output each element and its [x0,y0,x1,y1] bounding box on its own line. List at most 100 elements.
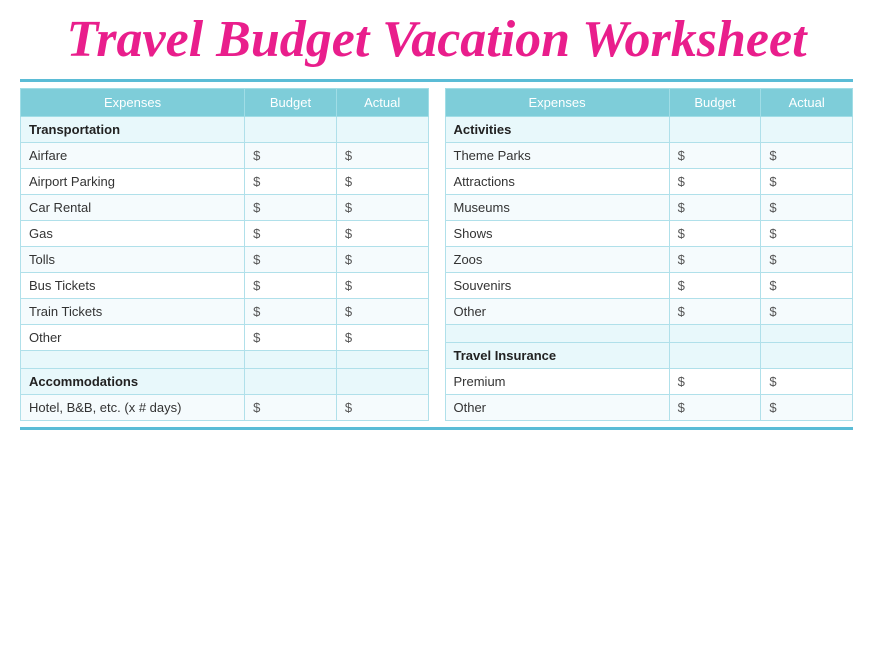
cell-budget: $ [669,273,761,299]
cell-expenses: Other [21,325,245,351]
right-table-section: Expenses Budget Actual ActivitiesTheme P… [445,88,854,421]
cell-budget: $ [669,395,761,421]
cell-expenses: Attractions [445,169,669,195]
table-row: Museums$$ [445,195,853,221]
cell-expenses: Transportation [21,117,245,143]
cell-budget: $ [669,247,761,273]
table-row: Airfare$$ [21,143,429,169]
right-header-expenses: Expenses [445,89,669,117]
cell-actual: $ [761,143,853,169]
cell-actual: $ [336,195,428,221]
table-row: Other$$ [445,395,853,421]
table-row: Car Rental$$ [21,195,429,221]
cell-budget: $ [245,325,337,351]
cell-expenses: Souvenirs [445,273,669,299]
cell-actual: $ [761,395,853,421]
cell-actual: $ [761,221,853,247]
cell-budget [669,343,761,369]
table-row: Hotel, B&B, etc. (x # days)$$ [21,395,429,421]
cell-actual: $ [336,325,428,351]
cell-budget: $ [245,143,337,169]
top-border [20,79,853,82]
cell-actual [761,325,853,343]
left-header-budget: Budget [245,89,337,117]
cell-budget: $ [245,195,337,221]
cell-actual [336,117,428,143]
cell-budget: $ [245,169,337,195]
cell-budget [245,369,337,395]
cell-budget: $ [669,299,761,325]
cell-budget: $ [669,169,761,195]
cell-expenses: Zoos [445,247,669,273]
cell-expenses: Travel Insurance [445,343,669,369]
cell-actual [336,369,428,395]
table-row: Other$$ [445,299,853,325]
right-table: Expenses Budget Actual ActivitiesTheme P… [445,88,854,421]
cell-expenses: Other [445,299,669,325]
left-header-actual: Actual [336,89,428,117]
cell-actual: $ [336,395,428,421]
cell-expenses: Other [445,395,669,421]
cell-actual: $ [336,247,428,273]
cell-budget: $ [669,221,761,247]
table-row [21,351,429,369]
cell-expenses: Hotel, B&B, etc. (x # days) [21,395,245,421]
right-header-budget: Budget [669,89,761,117]
cell-actual: $ [336,169,428,195]
cell-actual: $ [336,273,428,299]
cell-expenses [445,325,669,343]
cell-expenses: Bus Tickets [21,273,245,299]
cell-budget: $ [245,395,337,421]
cell-budget: $ [245,247,337,273]
table-row: Souvenirs$$ [445,273,853,299]
cell-expenses: Shows [445,221,669,247]
left-table-section: Expenses Budget Actual TransportationAir… [20,88,429,421]
cell-budget: $ [245,299,337,325]
cell-expenses: Airfare [21,143,245,169]
cell-expenses: Gas [21,221,245,247]
table-row: Shows$$ [445,221,853,247]
cell-actual: $ [761,247,853,273]
table-row: Attractions$$ [445,169,853,195]
table-row: Bus Tickets$$ [21,273,429,299]
cell-actual: $ [761,273,853,299]
page-title: Travel Budget Vacation Worksheet [20,10,853,69]
cell-expenses: Museums [445,195,669,221]
table-row: Other$$ [21,325,429,351]
table-row: Train Tickets$$ [21,299,429,325]
table-row: Activities [445,117,853,143]
cell-expenses: Airport Parking [21,169,245,195]
cell-budget: $ [245,273,337,299]
table-row: Accommodations [21,369,429,395]
left-table: Expenses Budget Actual TransportationAir… [20,88,429,421]
cell-actual: $ [336,299,428,325]
cell-actual: $ [761,299,853,325]
table-row: Theme Parks$$ [445,143,853,169]
cell-actual: $ [761,369,853,395]
left-header-expenses: Expenses [21,89,245,117]
table-row: Tolls$$ [21,247,429,273]
cell-actual: $ [336,143,428,169]
cell-budget [245,117,337,143]
cell-expenses: Premium [445,369,669,395]
table-row: Premium$$ [445,369,853,395]
cell-budget [669,325,761,343]
cell-budget [669,117,761,143]
tables-wrapper: Expenses Budget Actual TransportationAir… [20,88,853,421]
cell-actual [336,351,428,369]
cell-expenses: Theme Parks [445,143,669,169]
cell-budget: $ [669,369,761,395]
cell-expenses: Activities [445,117,669,143]
table-row: Zoos$$ [445,247,853,273]
cell-expenses: Tolls [21,247,245,273]
cell-actual [761,343,853,369]
cell-budget: $ [669,143,761,169]
cell-expenses: Train Tickets [21,299,245,325]
cell-actual: $ [761,169,853,195]
cell-actual [761,117,853,143]
cell-actual: $ [336,221,428,247]
table-row [445,325,853,343]
table-row: Gas$$ [21,221,429,247]
cell-expenses: Accommodations [21,369,245,395]
table-row: Travel Insurance [445,343,853,369]
